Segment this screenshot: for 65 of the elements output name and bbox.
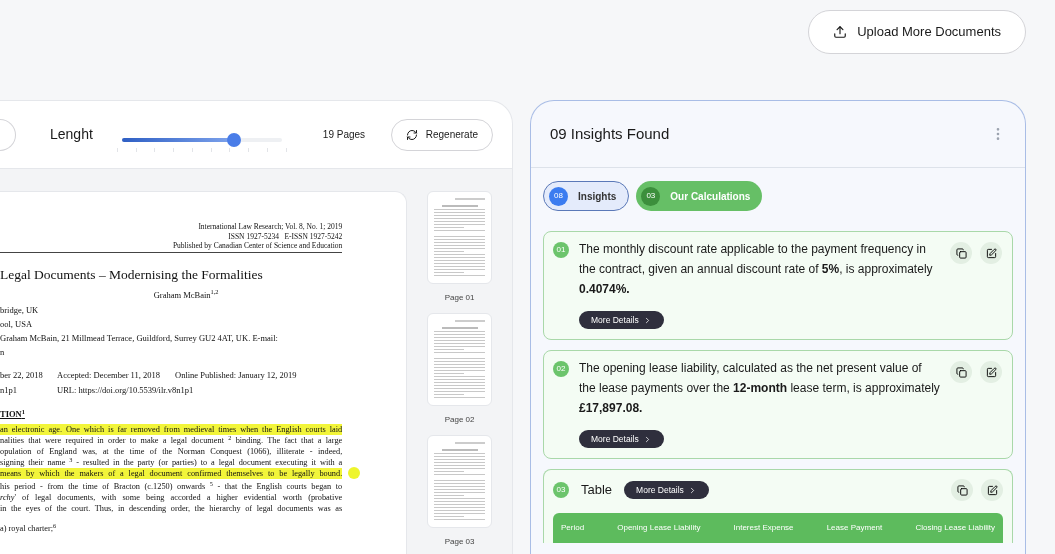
list-item: a) royal charter;$^{6}$: [0, 523, 57, 535]
edit-button[interactable]: [981, 479, 1003, 501]
column-header: Closing Lease Liability: [915, 522, 995, 534]
publication-info: URL: https://doi.org/10.5539/ilr.v8n1p1: [57, 384, 195, 398]
item-number: 01: [553, 242, 569, 258]
affiliation-line: bridge, UK: [0, 304, 39, 318]
count-badge: 08: [549, 186, 568, 206]
copy-button[interactable]: [950, 361, 972, 383]
copy-icon: [955, 247, 967, 259]
filter-tab[interactable]: 03 Our Calculations: [636, 181, 763, 211]
article-author: Graham McBain$^{1,2}$: [153, 288, 219, 302]
column-header: Opening Lease Liability: [617, 522, 701, 534]
page-label: Page 02: [444, 414, 475, 426]
column-header: Period: [561, 522, 585, 534]
edit-icon: [985, 366, 997, 378]
upload-button[interactable]: Upload More Documents: [808, 10, 1026, 54]
page-thumbnail[interactable]: [427, 435, 493, 528]
more-details-button[interactable]: More Details: [624, 481, 709, 499]
edit-button[interactable]: [980, 361, 1002, 383]
affiliation-line: ool, USA: [0, 318, 33, 332]
publication-info: Online Published: January 12, 2019: [175, 369, 298, 383]
table-title: Table: [581, 481, 613, 500]
more-details-button[interactable]: More Details: [579, 430, 664, 448]
publication-info: Accepted: December 11, 2018: [57, 369, 162, 383]
edit-button[interactable]: [980, 242, 1002, 264]
insight-text: The monthly discount rate applicable to the payment frequency in the contract, given an annual discount rate of 5%, is approximately 0.4074%.: [579, 241, 934, 298]
edit-icon: [985, 247, 997, 259]
paragraph-line: signing their name $^{3}$ - resulted in the party (or parties) to a legal document executing it with a: [0, 457, 343, 468]
copy-icon: [956, 484, 968, 496]
publication-info: n1p1: [0, 384, 18, 398]
paragraph-line: in the eyes of the court. Thus, in descending order, the hierarchy of legal documents was as: [0, 503, 343, 514]
insight-text: The opening lease liability, calculated as the net present value of the lease payments over the 12-month lease term, is approximately £17,897.08.: [579, 360, 940, 417]
filter-tab[interactable]: 08 Insights: [543, 181, 630, 211]
publication-info: ber 22, 2018: [0, 369, 44, 383]
highlighted-text: means by which the makers of a legal document confirmed themselves to be legally bound.: [0, 468, 343, 479]
page-thumbnail[interactable]: [427, 191, 493, 284]
column-header: Lease Payment: [826, 522, 883, 534]
panel-title: 09 Insights Found: [550, 123, 670, 144]
count-badge: 03: [641, 186, 661, 206]
page-label: Page 03: [444, 536, 475, 548]
length-label: Lenght: [50, 125, 93, 144]
column-header: Interest Expense: [733, 522, 794, 534]
pages-count: 19 Pages: [322, 128, 366, 142]
item-number: 03: [553, 482, 569, 498]
copy-icon: [955, 366, 967, 378]
paragraph-line: rchy' of legal documents, with some being accorded a higher evidential worth (probative: [0, 492, 343, 503]
edit-icon: [986, 484, 998, 496]
section-heading: TION$^{1}$: [0, 408, 25, 421]
affiliation-line: n: [0, 346, 5, 360]
paragraph-line: nalities that were required in order to make a legal document $^{2}$ binding. The fact that a large: [0, 435, 343, 446]
item-number: 02: [553, 361, 569, 377]
slider-thumb[interactable]: [226, 132, 241, 147]
page-label: Page 01: [444, 292, 475, 304]
copy-button[interactable]: [951, 479, 973, 501]
copy-button[interactable]: [950, 242, 972, 264]
article-title: Legal Documents – Modernising the Formalities: [0, 266, 264, 283]
highlighted-text: an electronic age. One which is far removed from medieval times when the English courts laid: [0, 424, 343, 435]
paragraph-line: opulation of England was, at the time of the Norman Conquest (1066), illiterate - indeed,: [0, 446, 343, 457]
affiliation-line: Graham McBain, 21 Millmead Terrace, Guildford, Surrey GU2 4AT, UK. E-mail:: [0, 332, 278, 346]
more-details-button[interactable]: More Details: [579, 311, 664, 329]
page-thumbnail[interactable]: [427, 313, 493, 406]
refresh-icon: [405, 128, 418, 141]
upload-icon: [833, 25, 848, 39]
highlight-marker-icon[interactable]: [348, 467, 361, 479]
paragraph-line: his period - from the time of Bracton (c.1250) onwards $^{5}$ - that the English courts began to: [0, 481, 343, 492]
